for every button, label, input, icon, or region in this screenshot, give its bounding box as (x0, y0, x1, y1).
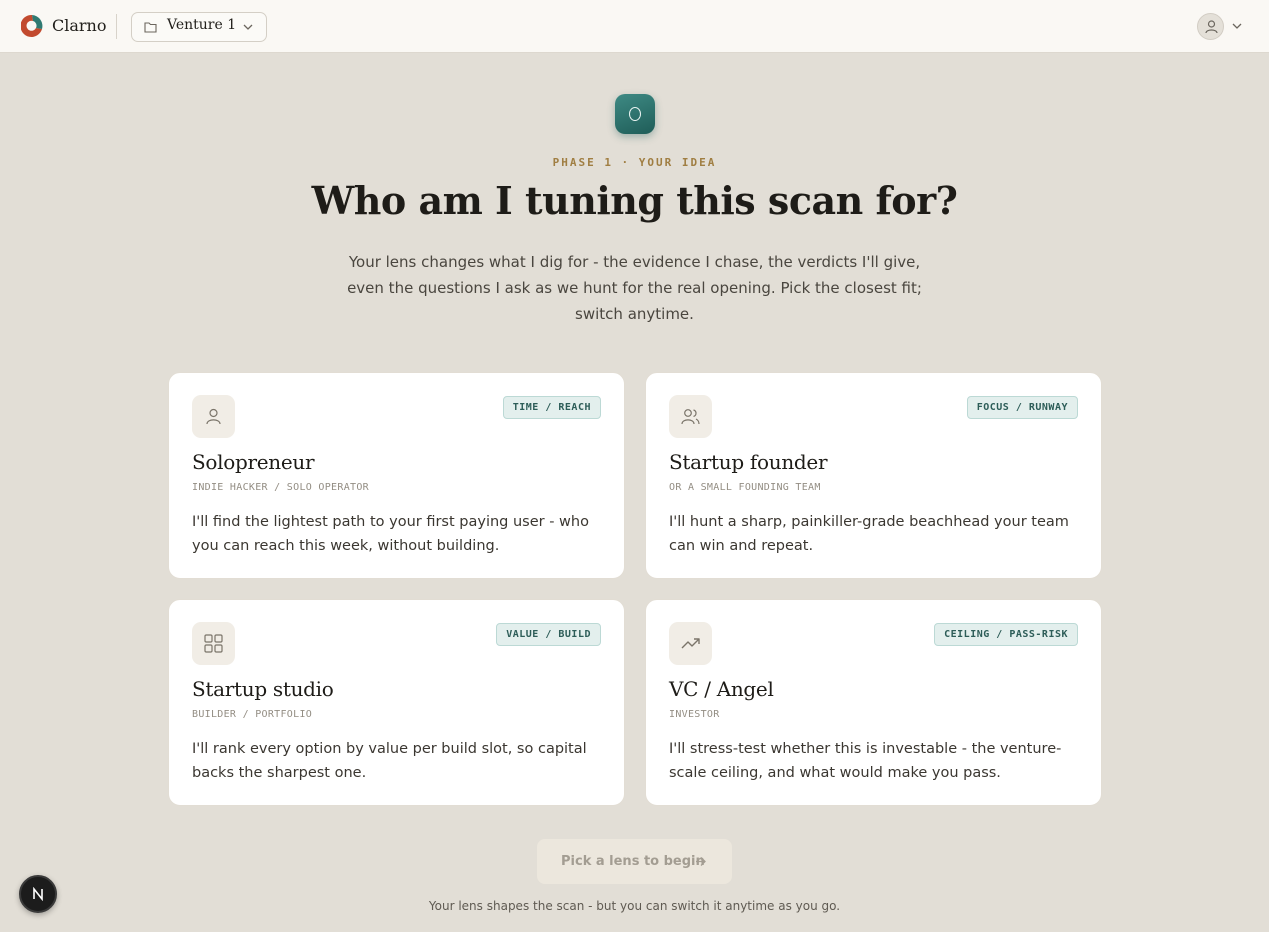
clarno-logo-icon[interactable] (21, 14, 43, 38)
pick-lens-button[interactable]: Pick a lens to begin (537, 839, 732, 884)
dev-tools-badge[interactable] (19, 875, 57, 913)
chevron-down-icon (243, 24, 253, 30)
phase-badge-icon (615, 94, 655, 134)
lens-name: Startup studio (192, 677, 334, 701)
lens-card-solopreneur[interactable]: TIME / REACH Solopreneur INDIE HACKER / … (168, 372, 625, 579)
lens-subtitle: BUILDER / PORTFOLIO (192, 709, 313, 720)
lens-name: Startup founder (669, 450, 828, 474)
top-bar: Clarno Venture 1 (0, 0, 1269, 53)
lens-icon-box (192, 395, 235, 438)
lens-card-startup-founder[interactable]: FOCUS / RUNWAY Startup founder OR A SMAL… (645, 372, 1102, 579)
venture-selector[interactable]: Venture 1 (131, 12, 267, 42)
lens-tag: FOCUS / RUNWAY (966, 396, 1078, 419)
arrow-right-icon (696, 857, 706, 866)
lens-subtitle: INDIE HACKER / SOLO OPERATOR (192, 482, 369, 493)
trending-up-icon (681, 638, 700, 649)
brand-name[interactable]: Clarno (52, 16, 106, 35)
lens-description: I'll stress-test whether this is investa… (669, 741, 1062, 781)
page-title: Who am I tuning this scan for? (311, 178, 958, 223)
cta-footnote: Your lens shapes the scan - but you can … (428, 899, 841, 913)
lens-name: VC / Angel (669, 677, 774, 701)
folder-icon (144, 22, 157, 33)
lens-tag: CEILING / PASS-RISK (934, 623, 1078, 646)
user-icon (1205, 20, 1218, 34)
lens-icon-box (669, 622, 712, 665)
topbar-divider (116, 14, 117, 39)
lens-tag: TIME / REACH (502, 396, 601, 419)
grid-icon (204, 634, 223, 653)
lens-tag: VALUE / BUILD (496, 623, 601, 646)
page-subtitle: Your lens changes what I dig for - the e… (347, 253, 922, 323)
user-menu-button[interactable] (1197, 13, 1224, 40)
user-icon (206, 408, 221, 425)
n-logo-icon (33, 887, 43, 901)
lens-card-startup-studio[interactable]: VALUE / BUILD Startup studio BUILDER / P… (168, 599, 625, 806)
lens-description: I'll find the lightest path to your firs… (192, 514, 589, 554)
phase-label: PHASE 1 · YOUR IDEA (552, 156, 717, 169)
chevron-down-icon[interactable] (1232, 22, 1242, 30)
lens-card-vc-angel[interactable]: CEILING / PASS-RISK VC / Angel INVESTOR … (645, 599, 1102, 806)
pick-lens-button-label: Pick a lens to begin (561, 854, 705, 869)
lens-subtitle: OR A SMALL FOUNDING TEAM (669, 482, 821, 493)
lens-description: I'll hunt a sharp, painkiller-grade beac… (669, 514, 1069, 554)
lens-description: I'll rank every option by value per buil… (192, 741, 587, 781)
lens-name: Solopreneur (192, 450, 315, 474)
lens-icon-box (669, 395, 712, 438)
venture-name: Venture 1 (167, 17, 237, 33)
lens-icon-box (192, 622, 235, 665)
lens-subtitle: INVESTOR (669, 709, 720, 720)
users-icon (681, 409, 700, 425)
